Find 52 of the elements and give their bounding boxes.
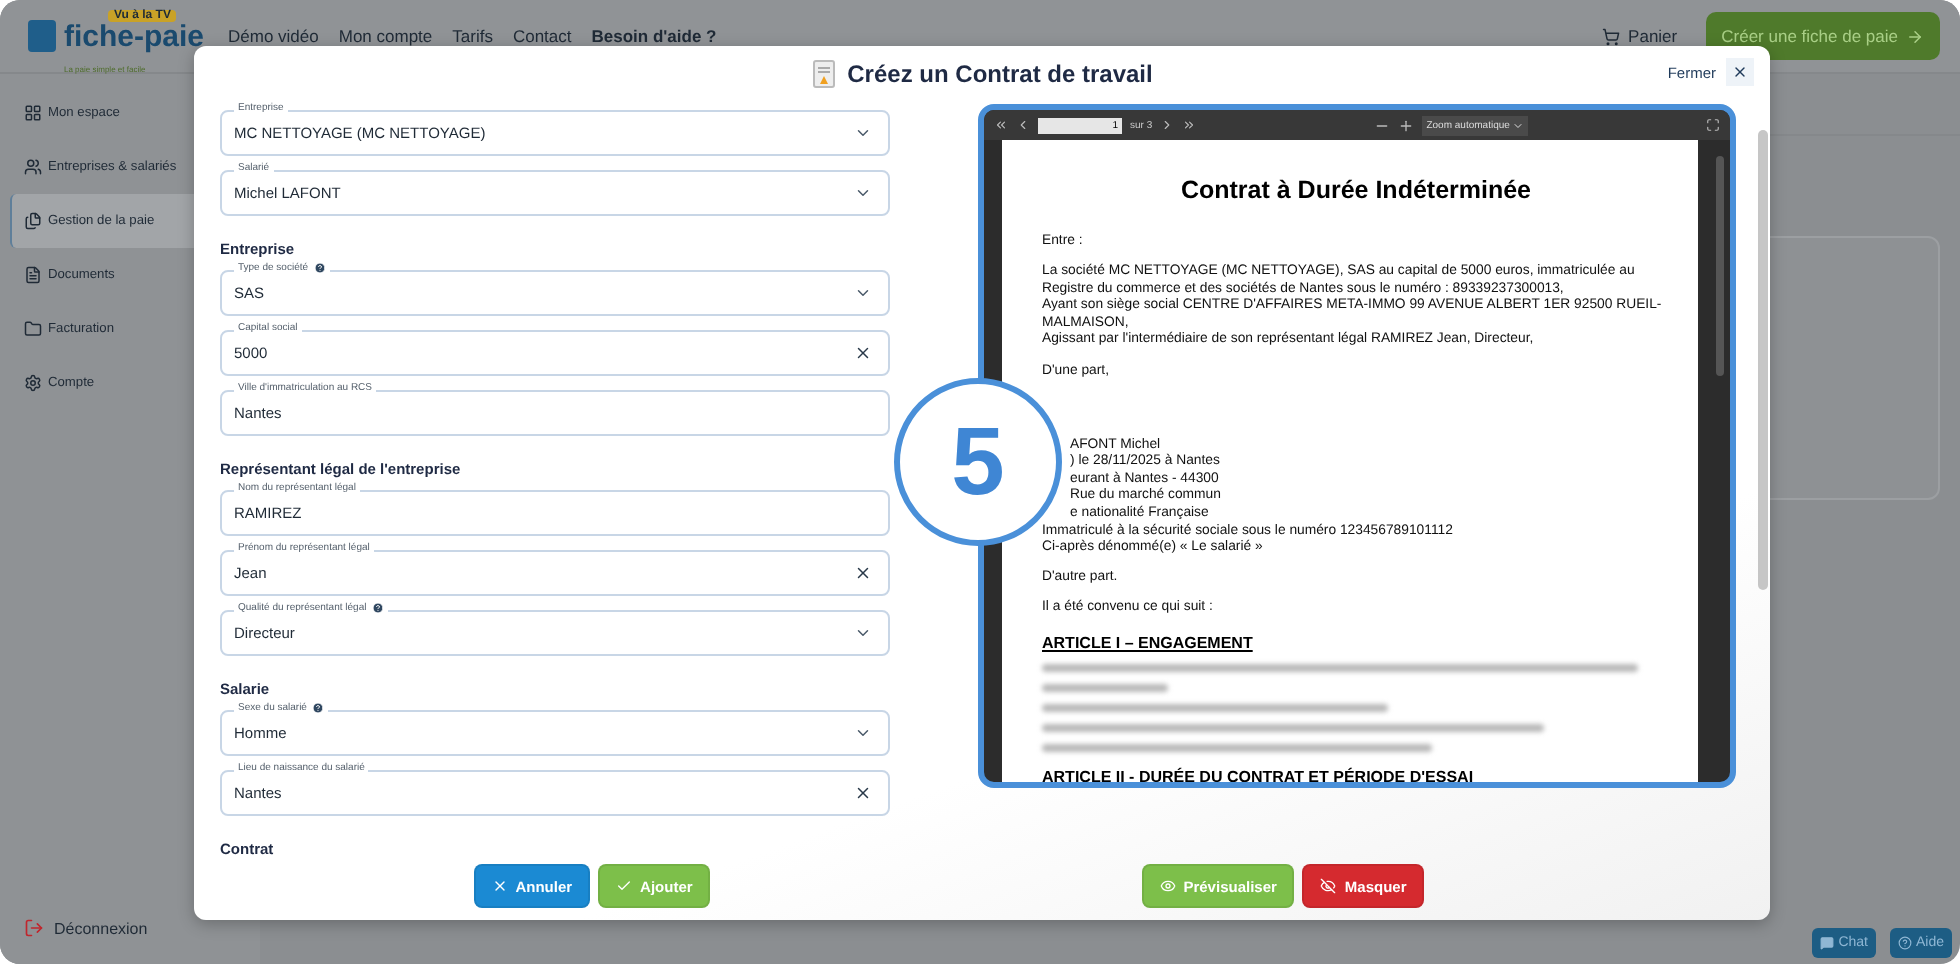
chat-icon xyxy=(1820,936,1835,950)
chevron-icon xyxy=(854,724,872,742)
scrollbar[interactable] xyxy=(1758,130,1768,590)
eye-off-icon xyxy=(1320,878,1337,894)
chevron-icon xyxy=(854,124,872,142)
nav-link[interactable]: Tarifs xyxy=(452,26,493,46)
next-icon[interactable] xyxy=(1160,118,1175,132)
gear-icon xyxy=(24,374,42,392)
help-icon xyxy=(372,602,385,614)
close-button[interactable] xyxy=(1726,58,1754,86)
scrollbar[interactable] xyxy=(1716,156,1724,376)
help-icon xyxy=(312,702,325,714)
eye-icon xyxy=(1159,878,1176,894)
fullscreen-icon[interactable] xyxy=(1706,118,1721,132)
close-icon xyxy=(491,878,508,894)
zoom-in-icon[interactable] xyxy=(1398,117,1415,133)
help-icon xyxy=(1897,936,1912,950)
logout-icon xyxy=(24,918,44,938)
chevron-icon xyxy=(854,284,872,302)
cart-link[interactable]: Panier xyxy=(1602,26,1678,46)
nav-link[interactable]: Contact xyxy=(512,26,572,46)
users-icon xyxy=(24,158,42,176)
nav-link[interactable]: Besoin d'aide ? xyxy=(591,26,717,46)
files-icon xyxy=(24,212,42,230)
previous-icon[interactable] xyxy=(1016,118,1030,132)
article-heading: ARTICLE I – ENGAGEMENT xyxy=(1042,633,1255,651)
first-page-icon[interactable] xyxy=(994,118,1008,132)
grid-icon xyxy=(24,104,42,122)
chevron-icon xyxy=(854,624,872,642)
folder-icon xyxy=(24,320,42,338)
article-heading: ARTICLE II - DURÉE DU CONTRAT ET PÉRIODE D'ESSAI xyxy=(1042,767,1476,782)
chevron-icon xyxy=(1511,119,1524,131)
clear-icon[interactable] xyxy=(854,344,872,362)
last-page-icon[interactable] xyxy=(1182,118,1197,132)
document-title: Contrat à Durée Indéterminée xyxy=(1178,176,1534,204)
arrow-icon xyxy=(1906,27,1924,45)
check-icon xyxy=(616,878,633,894)
help-icon xyxy=(314,262,327,274)
logout-link[interactable]: Déconnexion xyxy=(24,918,260,938)
document-icon xyxy=(811,60,836,88)
clear-icon[interactable] xyxy=(854,564,872,582)
modal-title: Créez un Contrat de travail xyxy=(811,60,1153,88)
document-icon xyxy=(24,266,42,284)
chevron-icon xyxy=(854,184,872,202)
cart-icon xyxy=(1602,27,1621,45)
nav-link[interactable]: Démo vidéo xyxy=(228,26,319,46)
logo-text[interactable]: fiche-paie xyxy=(64,19,205,53)
logo-icon xyxy=(28,20,56,52)
nav-link[interactable]: Mon compte xyxy=(338,26,433,46)
create-payslip-button[interactable]: Créer une fiche de paie xyxy=(1705,12,1940,60)
clear-icon[interactable] xyxy=(854,784,872,802)
close-icon xyxy=(1732,64,1748,80)
